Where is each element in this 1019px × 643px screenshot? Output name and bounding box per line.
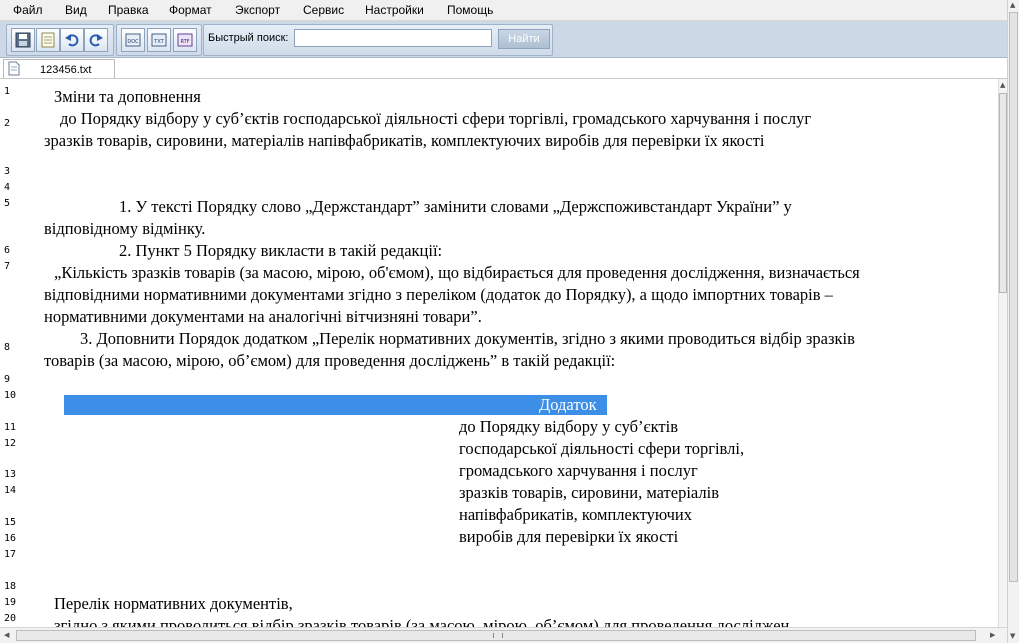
menu-edit[interactable]: Правка [108, 3, 149, 17]
svg-text:DOC: DOC [127, 39, 139, 45]
horizontal-scroll-thumb[interactable] [16, 630, 976, 641]
text-line: відповідними нормативними документами зг… [44, 285, 833, 304]
line-number: 13 [4, 469, 17, 480]
line-number: 15 [4, 517, 17, 528]
line-number: 3 [4, 166, 11, 177]
line-number: 11 [4, 422, 17, 433]
text-line: згідно з якими проводиться відбір зразкі… [54, 616, 790, 627]
toolbar: DOC TXT RTF Быстрый поиск: Найти [0, 21, 1007, 58]
text-line: нормативними документами на аналогічні в… [44, 307, 482, 326]
line-number: 16 [4, 533, 17, 544]
undo-button[interactable] [60, 28, 84, 52]
text-line: 1. У тексті Порядку слово „Держстандарт”… [119, 197, 792, 216]
line-number: 19 [4, 597, 17, 608]
menu-help[interactable]: Помощь [447, 3, 493, 17]
text-line: 2. Пункт 5 Порядку викласти в такій реда… [119, 241, 443, 260]
save-button[interactable] [11, 28, 35, 52]
redo-icon [89, 34, 103, 47]
line-number: 8 [4, 342, 11, 353]
new-document-button[interactable] [36, 28, 60, 52]
undo-icon [65, 34, 79, 47]
text-line: зразків товарів, сировини, матеріалів [459, 483, 719, 502]
line-number: 14 [4, 485, 17, 496]
tab-label: 123456.txt [40, 64, 92, 76]
search-button[interactable]: Найти [498, 29, 550, 49]
export-rtf-icon: RTF [177, 33, 193, 47]
tab-document[interactable]: 123456.txt [3, 59, 115, 78]
text-line: до Порядку відбору у суб’єктів [459, 417, 679, 436]
export-txt-icon: TXT [151, 33, 167, 47]
vertical-scroll-thumb[interactable] [999, 93, 1007, 293]
line-number: 20 [4, 613, 17, 624]
export-doc-button[interactable]: DOC [121, 28, 145, 52]
menu-file[interactable]: Файл [13, 3, 43, 17]
text-line: відповідному відмінку. [44, 219, 206, 238]
line-number: 9 [4, 374, 11, 385]
export-doc-icon: DOC [125, 33, 141, 47]
scroll-right-arrow-icon[interactable]: ▶ [990, 631, 995, 639]
line-number: 12 [4, 438, 17, 449]
menu-view[interactable]: Вид [65, 3, 87, 17]
edit-button-group [6, 24, 114, 56]
export-txt-button[interactable]: TXT [147, 28, 171, 52]
menu-bar: Файл Вид Правка Формат Экспорт Сервис На… [0, 0, 1007, 21]
text-line: до Порядку відбору у суб’єктів господарс… [60, 109, 812, 128]
appendix-title: Додаток [539, 395, 597, 414]
tab-bar: 123456.txt [0, 58, 1007, 79]
line-number: 6 [4, 245, 11, 256]
window-scroll-thumb[interactable] [1009, 12, 1018, 582]
text-line: зразків товарів, сировини, матеріалів на… [44, 131, 765, 150]
search-input[interactable] [294, 29, 492, 47]
export-button-group: DOC TXT RTF [116, 24, 202, 56]
search-label: Быстрый поиск: [208, 32, 289, 44]
scroll-up-arrow-icon[interactable]: ▲ [1000, 81, 1005, 89]
redo-button[interactable] [84, 28, 108, 52]
window-vertical-scrollbar[interactable]: ▲ ▼ [1007, 0, 1019, 643]
text-file-icon [8, 61, 20, 76]
window-scroll-up-arrow-icon[interactable]: ▲ [1010, 1, 1015, 9]
line-number: 7 [4, 261, 11, 272]
editor-vertical-scrollbar[interactable]: ▲ [998, 79, 1007, 627]
line-number: 18 [4, 581, 17, 592]
text-line: Зміни та доповнення [54, 87, 201, 106]
save-icon [15, 32, 31, 48]
selection-highlight [64, 395, 607, 415]
menu-export[interactable]: Экспорт [235, 3, 280, 17]
line-number: 5 [4, 198, 11, 209]
svg-text:TXT: TXT [153, 39, 164, 45]
menu-settings[interactable]: Настройки [365, 3, 424, 17]
line-number: 17 [4, 549, 17, 560]
text-line: громадського харчування і послуг [459, 461, 698, 480]
line-number: 10 [4, 390, 17, 401]
text-line: товарів (за масою, мірою, об’ємом) для п… [44, 351, 616, 370]
line-number: 1 [4, 86, 11, 97]
text-line: господарської діяльності сфери торгівлі, [459, 439, 745, 458]
export-rtf-button[interactable]: RTF [173, 28, 197, 52]
svg-text:RTF: RTF [180, 39, 189, 45]
new-document-icon [41, 32, 55, 48]
line-number: 4 [4, 182, 11, 193]
menu-format[interactable]: Формат [169, 3, 212, 17]
text-line: „Кількість зразків товарів (за масою, мі… [54, 263, 860, 282]
horizontal-scrollbar[interactable]: ◀ ▶ [0, 627, 1007, 643]
text-line: напівфабрикатів, комплектуючих [459, 505, 692, 524]
text-editor[interactable]: 1 2 3 4 5 6 7 8 9 10 11 12 13 14 15 16 1… [0, 79, 1007, 627]
text-line: 3. Доповнити Порядок додатком „Перелік н… [80, 329, 855, 348]
line-number: 2 [4, 118, 11, 129]
menu-service[interactable]: Сервис [303, 3, 344, 17]
scroll-left-arrow-icon[interactable]: ◀ [4, 631, 9, 639]
window-scroll-down-arrow-icon[interactable]: ▼ [1010, 632, 1015, 640]
line-number-gutter: 1 2 3 4 5 6 7 8 9 10 11 12 13 14 15 16 1… [0, 79, 28, 627]
scroll-grip-icon [493, 633, 503, 638]
text-line: виробів для перевірки їх якості [459, 527, 679, 546]
text-line: Перелік нормативних документів, [54, 594, 293, 613]
